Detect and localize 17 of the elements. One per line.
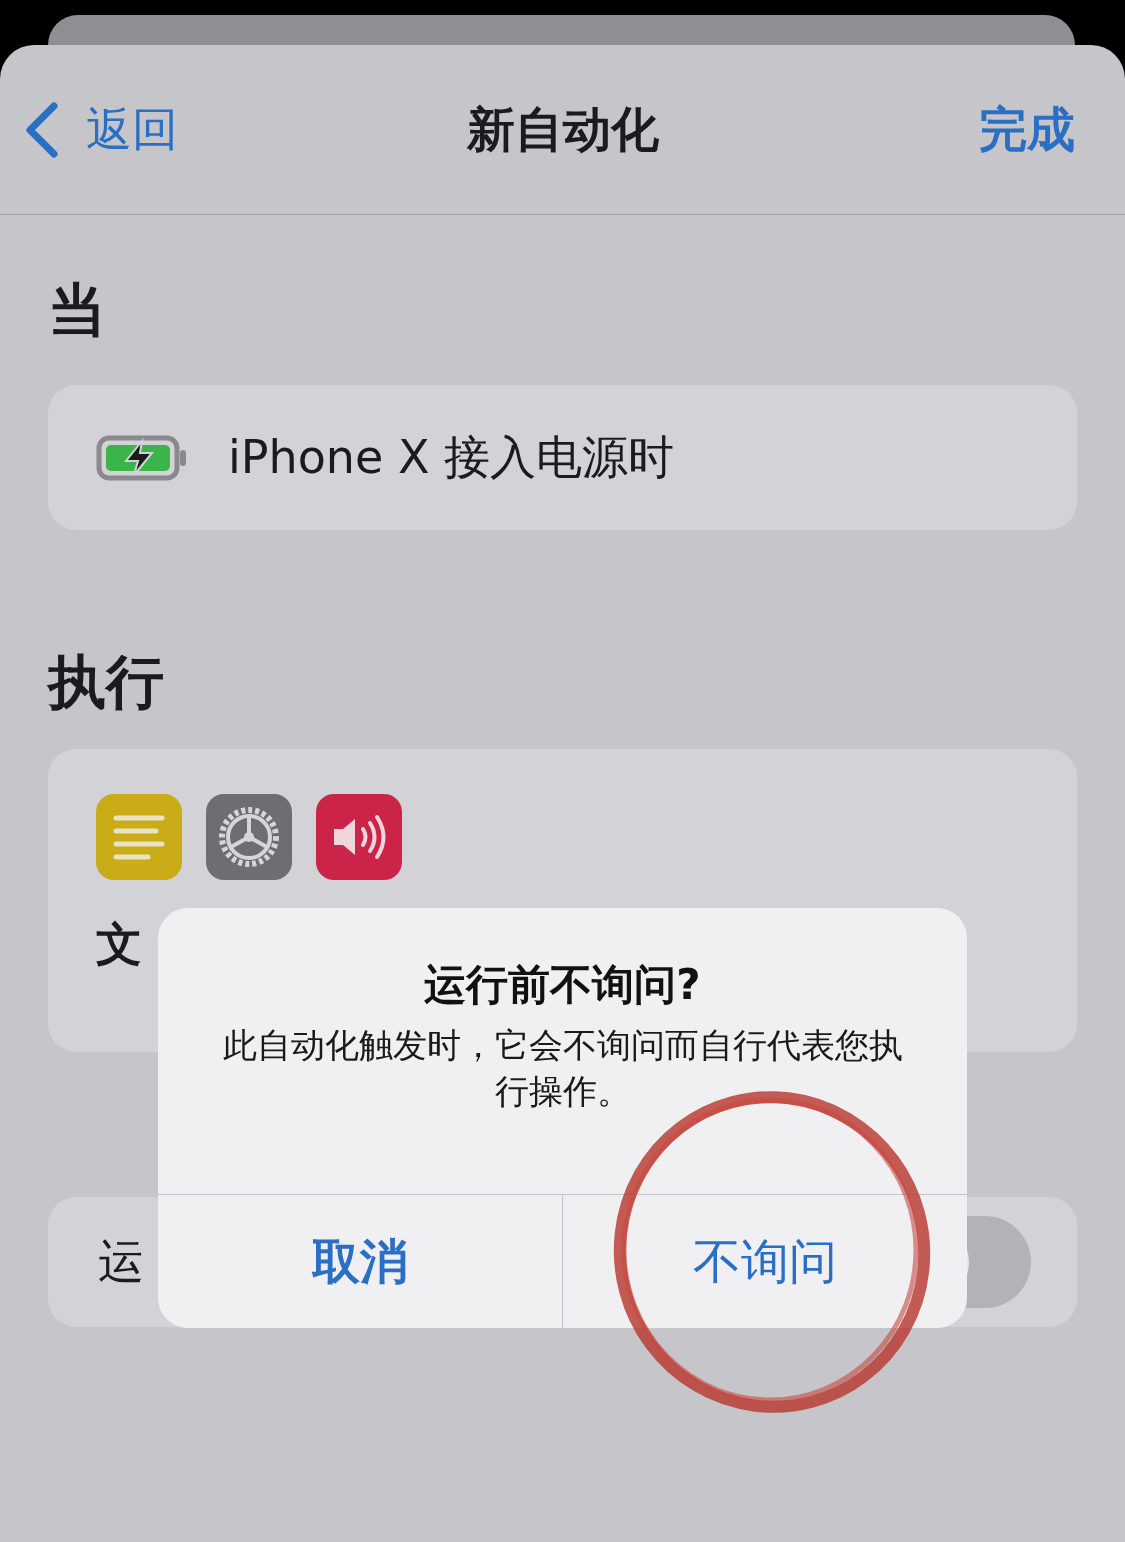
action-label: 文	[96, 916, 142, 973]
section-heading: 当	[48, 275, 107, 346]
section-heading: 执行	[48, 647, 165, 718]
speaker-icon	[316, 794, 402, 880]
alert-title: 运行前不询问?	[424, 962, 701, 1009]
setting-label: 运	[98, 1233, 144, 1290]
screen-title: 新自动化	[466, 99, 659, 159]
trigger-label: iPhone X 接入电源时	[228, 428, 675, 486]
notes-icon	[96, 794, 182, 880]
trigger-card[interactable]: iPhone X 接入电源时	[48, 385, 1077, 530]
done-button[interactable]: 完成	[979, 97, 1075, 162]
cancel-button[interactable]: 取消	[158, 1195, 562, 1328]
gear-icon	[206, 794, 292, 880]
back-button[interactable]: 返回	[24, 98, 178, 161]
chevron-icon	[24, 101, 60, 158]
battery-charging-icon	[96, 434, 188, 481]
confirm-button[interactable]: 不询问	[562, 1195, 967, 1328]
